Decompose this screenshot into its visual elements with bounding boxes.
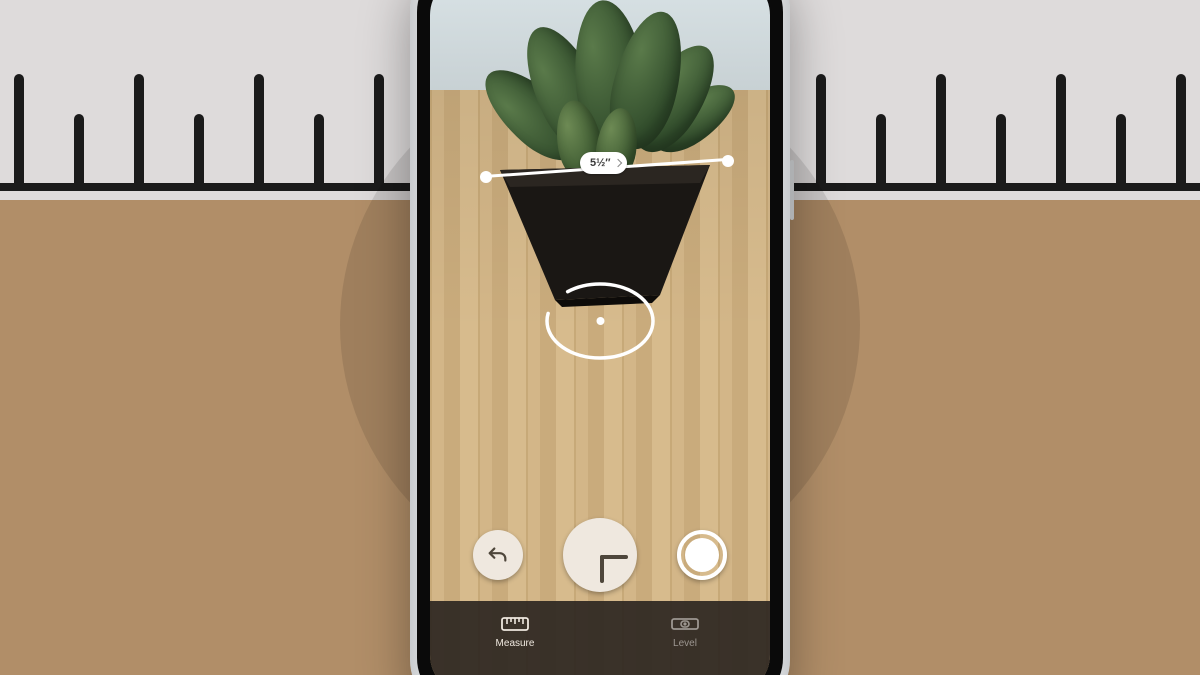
tab-bar: Measure Level [430,601,770,675]
measurement-badge[interactable]: 5½″ [580,152,627,174]
controls-bar [430,515,770,595]
reticle-center-dot [596,317,604,325]
tab-measure[interactable]: Measure [430,601,600,675]
ruler-tick [996,114,1006,184]
measurement-endpoint[interactable] [722,155,734,167]
ruler-tick [1056,74,1066,184]
undo-button[interactable] [473,530,523,580]
ruler-tick [14,74,24,184]
ruler-tick [254,74,264,184]
target-reticle [543,280,658,362]
phone-side-button [790,160,794,220]
phone: 5½″ [410,0,790,675]
ruler-tick [936,74,946,184]
add-point-button[interactable] [563,518,637,592]
tab-label: Measure [496,638,535,649]
phone-screen: 5½″ [430,0,770,675]
tab-label: Level [673,638,697,649]
level-icon [671,615,699,633]
ruler-tick [314,114,324,184]
measurement-value: 5½″ [590,157,611,169]
measurement-endpoint[interactable] [480,171,492,183]
ruler-tick [816,74,826,184]
camera-viewport[interactable]: 5½″ [430,0,770,675]
ruler-tick [74,114,84,184]
ruler-tick [374,74,384,184]
ruler-tick [1116,114,1126,184]
shutter-button[interactable] [677,530,727,580]
ruler-icon [501,615,529,633]
scene-root: 5½″ [0,0,1200,675]
ruler-tick [194,114,204,184]
ruler-tick [134,74,144,184]
undo-icon [487,544,509,566]
ruler-tick [1176,74,1186,184]
tab-level[interactable]: Level [600,601,770,675]
ruler-tick [876,114,886,184]
